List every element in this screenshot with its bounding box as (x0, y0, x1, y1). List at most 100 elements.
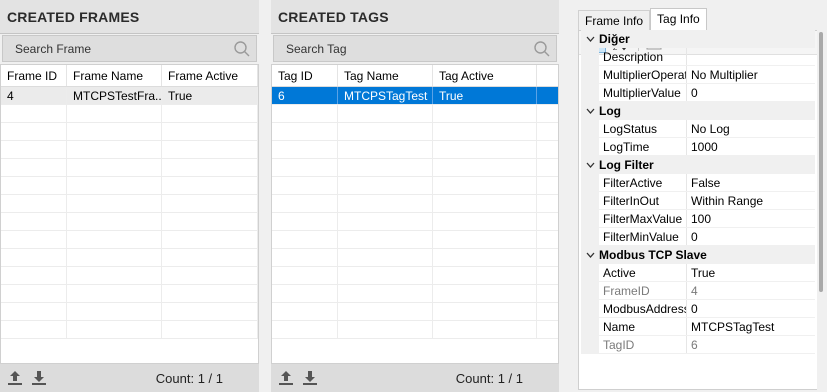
empty-cell (272, 249, 338, 266)
frames-table: Frame ID Frame Name Frame Active 4 MTCPS… (0, 64, 259, 364)
property-row[interactable]: MultiplierOperat No Multiplier (581, 66, 815, 84)
property-gutter (581, 120, 599, 137)
search-icon[interactable] (528, 38, 556, 60)
empty-table-row (1, 249, 258, 267)
upload-icon[interactable] (275, 367, 297, 389)
property-grid: Diğer Description MultiplierOperat No Multi… (581, 30, 815, 392)
tab-frame-info[interactable]: Frame Info (578, 10, 651, 31)
property-row[interactable]: FilterActive False (581, 174, 815, 192)
empty-cell (433, 303, 537, 320)
property-category[interactable]: Log (581, 102, 815, 120)
property-category[interactable]: Diğer (581, 30, 815, 48)
property-name: Name (599, 318, 687, 335)
property-value[interactable]: True (687, 264, 815, 281)
frames-footer: Count: 1 / 1 (0, 364, 259, 392)
property-gutter (581, 318, 599, 335)
property-value[interactable]: No Log (687, 120, 815, 137)
column-frame-id[interactable]: Frame ID (1, 65, 67, 86)
empty-table-row (272, 231, 558, 249)
column-tag-name[interactable]: Tag Name (338, 65, 433, 86)
property-category[interactable]: Log Filter (581, 156, 815, 174)
chevron-down-icon[interactable] (581, 162, 599, 168)
upload-icon[interactable] (4, 367, 26, 389)
table-row[interactable]: 6 MTCPSTagTest True (272, 87, 558, 105)
property-row[interactable]: Active True (581, 264, 815, 282)
property-category-label: Log Filter (599, 158, 654, 172)
empty-cell (162, 213, 258, 230)
search-icon[interactable] (228, 38, 256, 60)
property-value[interactable]: 4 (687, 282, 815, 299)
property-name: LogStatus (599, 120, 687, 137)
search-tag-input[interactable]: Search Tag (273, 35, 557, 62)
column-frame-active[interactable]: Frame Active (162, 65, 258, 86)
tags-panel: CREATED TAGS Search Tag Tag ID Tag Name … (271, 0, 559, 392)
empty-table-row (1, 159, 258, 177)
column-tag-active[interactable]: Tag Active (433, 65, 537, 86)
property-value[interactable]: 0 (687, 84, 815, 101)
empty-cell (433, 231, 537, 248)
empty-cell (1, 249, 67, 266)
search-frame-input[interactable]: Search Frame (2, 35, 257, 62)
table-row[interactable]: 4 MTCPSTestFra... True (1, 87, 258, 105)
empty-cell (67, 195, 162, 212)
empty-cell (67, 321, 162, 338)
chevron-down-icon[interactable] (581, 252, 599, 258)
property-gutter (581, 228, 599, 245)
property-gutter (581, 84, 599, 101)
column-tag-id[interactable]: Tag ID (272, 65, 338, 86)
empty-cell (272, 195, 338, 212)
scrollbar-thumb[interactable] (819, 32, 823, 292)
property-value[interactable]: No Multiplier (687, 66, 815, 83)
tab-tag-info[interactable]: Tag Info (650, 8, 707, 31)
property-value[interactable]: 0 (687, 300, 815, 317)
empty-cell (272, 177, 338, 194)
property-row[interactable]: ModbusAddress 0 (581, 300, 815, 318)
empty-cell (67, 285, 162, 302)
property-row[interactable]: LogStatus No Log (581, 120, 815, 138)
property-row[interactable]: TagID 6 (581, 336, 815, 354)
property-category[interactable]: Modbus TCP Slave (581, 246, 815, 264)
empty-cell (433, 249, 537, 266)
property-value[interactable]: False (687, 174, 815, 191)
empty-cell (338, 321, 433, 338)
cell-frame-id: 4 (1, 87, 67, 104)
cell-frame-name: MTCPSTestFra... (67, 87, 162, 104)
property-row[interactable]: FilterInOut Within Range (581, 192, 815, 210)
search-tag-placeholder: Search Tag (286, 41, 347, 56)
chevron-down-icon[interactable] (581, 36, 599, 42)
empty-cell (1, 213, 67, 230)
property-value[interactable]: 100 (687, 210, 815, 227)
empty-table-row (1, 321, 258, 339)
property-value[interactable]: Within Range (687, 192, 815, 209)
property-value[interactable]: MTCPSTagTest (687, 318, 815, 335)
empty-table-row (272, 321, 558, 339)
empty-cell (338, 213, 433, 230)
tags-table-header: Tag ID Tag Name Tag Active (272, 65, 558, 87)
tags-footer: Count: 1 / 1 (271, 364, 559, 392)
property-row[interactable]: FrameID 4 (581, 282, 815, 300)
empty-cell (1, 303, 67, 320)
property-row[interactable]: MultiplierValue 0 (581, 84, 815, 102)
property-name: MultiplierOperat (599, 66, 687, 83)
empty-cell (338, 285, 433, 302)
property-name: FilterActive (599, 174, 687, 191)
column-frame-name[interactable]: Frame Name (67, 65, 162, 86)
property-row[interactable]: FilterMinValue 0 (581, 228, 815, 246)
download-icon[interactable] (28, 367, 50, 389)
empty-cell (338, 231, 433, 248)
empty-cell (338, 105, 433, 122)
download-icon[interactable] (299, 367, 321, 389)
tags-count: Count: 1 / 1 (455, 370, 523, 386)
property-value[interactable]: 1000 (687, 138, 815, 155)
property-value[interactable] (687, 48, 815, 65)
empty-cell (272, 159, 338, 176)
property-value[interactable]: 0 (687, 228, 815, 245)
empty-cell (272, 141, 338, 158)
property-value[interactable]: 6 (687, 336, 815, 353)
property-row[interactable]: LogTime 1000 (581, 138, 815, 156)
property-row[interactable]: Description (581, 48, 815, 66)
property-scrollbar[interactable] (817, 30, 825, 392)
property-row[interactable]: Name MTCPSTagTest (581, 318, 815, 336)
chevron-down-icon[interactable] (581, 108, 599, 114)
property-row[interactable]: FilterMaxValue 100 (581, 210, 815, 228)
